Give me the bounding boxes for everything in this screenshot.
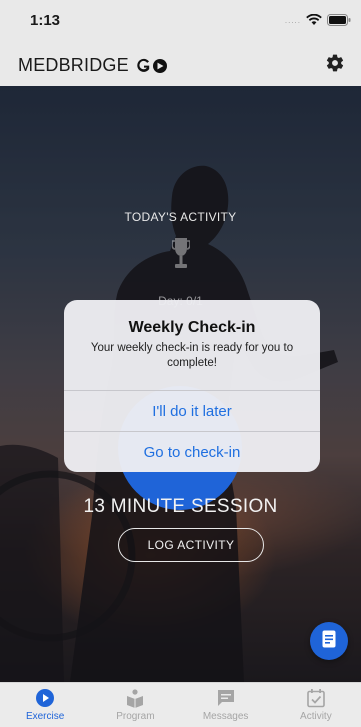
brand-name: MEDBRIDGE (18, 55, 129, 75)
program-icon (125, 687, 145, 709)
trophy-icon (171, 238, 191, 277)
tab-label: Exercise (25, 711, 65, 722)
tab-label: Activity (300, 711, 332, 722)
alert-title: Weekly Check-in (128, 319, 256, 336)
tab-exercise[interactable]: Exercise (0, 683, 90, 727)
tab-messages[interactable]: Messages (181, 683, 271, 727)
weekly-checkin-alert: Weekly Check-in Your weekly check-in is … (64, 300, 320, 472)
gear-icon[interactable] (325, 53, 345, 78)
log-activity-button[interactable]: LOG ACTIVITY (118, 528, 264, 562)
tab-bar: Exercise Program Messages Activity (0, 682, 361, 727)
status-time: 1:13 (30, 12, 61, 29)
play-circle-icon (35, 687, 55, 709)
battery-icon (327, 14, 351, 26)
activity-section-title: TODAY'S ACTIVITY (124, 210, 237, 224)
brand-logo: MEDBRIDGE GO (18, 55, 169, 76)
status-bar: 1:13 ..... (0, 0, 361, 40)
go-to-checkin-button[interactable]: Go to check-in (64, 432, 320, 472)
calendar-check-icon (306, 687, 326, 709)
alert-message: Your weekly check-in is ready for you to… (90, 342, 294, 369)
tab-program[interactable]: Program (90, 683, 180, 727)
signal-icon: ..... (284, 15, 301, 25)
brand-go-mark (137, 58, 167, 73)
tab-label: Messages (202, 711, 249, 722)
brand-suffix: GO (135, 58, 169, 74)
tab-label: Program (116, 711, 155, 722)
tab-activity[interactable]: Activity (271, 683, 361, 727)
document-fab-button[interactable] (310, 622, 348, 660)
status-icons: ..... (285, 14, 351, 26)
document-icon (322, 630, 336, 653)
do-it-later-button[interactable]: I'll do it later (64, 391, 320, 431)
app-screen: 1:13 ..... MEDBRIDGE TODAY'S ACTIVITY 13… (0, 0, 361, 727)
app-header: MEDBRIDGE GO (0, 40, 361, 86)
wifi-icon (306, 14, 322, 26)
messages-icon (216, 687, 236, 709)
session-title: 13 MINUTE SESSION (83, 496, 278, 517)
